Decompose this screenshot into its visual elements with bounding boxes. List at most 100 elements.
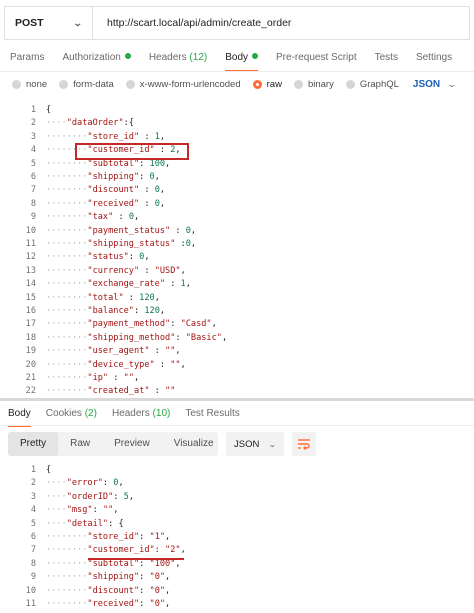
- tab-pre-request-script[interactable]: Pre-request Script: [266, 48, 365, 70]
- code-text: ········"currency" : "USD",: [46, 265, 186, 278]
- request-body-editor[interactable]: 1{2 ····"dataOrder":{3 ········"store_id" …: [0, 104, 474, 398]
- tab-label: Tests: [374, 52, 398, 63]
- response-format-select[interactable]: JSON ⌄: [226, 432, 284, 456]
- indent-whitespace: ········: [46, 265, 88, 276]
- line-number: 19: [25, 346, 36, 357]
- line-number: 16: [25, 306, 36, 316]
- json-punct: :: [139, 185, 155, 196]
- json-punct: ,: [165, 599, 171, 609]
- code-text: ········"received" : 0,: [46, 198, 165, 211]
- tab-settings[interactable]: Settings: [406, 48, 460, 70]
- radio-label: binary: [307, 78, 334, 90]
- code-line: 17 ········"payment_method": "Casd",: [0, 318, 474, 331]
- code-text: ········"user_agent" : "",: [46, 345, 181, 358]
- code-line: 19 ········"user_agent" : "",: [0, 345, 474, 358]
- json-punct: :: [175, 332, 186, 343]
- line-number: 7: [30, 545, 36, 556]
- json-punct: ,: [185, 279, 191, 290]
- code-line: 4 ····"msg": "",: [0, 504, 474, 517]
- json-punct: ,: [190, 239, 197, 249]
- body-type-form-data[interactable]: form-data: [47, 79, 114, 90]
- indent-whitespace: ········: [46, 386, 88, 397]
- line-number: 10: [25, 225, 36, 236]
- response-tab-test-results[interactable]: Test Results: [177, 405, 246, 425]
- json-key: "received": [87, 198, 140, 209]
- json-punct: :: [139, 198, 155, 209]
- code-line: 18 ········"shipping_method": "Basic",: [0, 332, 474, 345]
- body-type-x-www-form-urlencoded[interactable]: x-www-form-urlencoded: [114, 79, 241, 90]
- tab-authorization[interactable]: Authorization: [52, 48, 138, 70]
- code-line: 10 ········"payment_status" : 0,: [0, 225, 474, 238]
- view-raw-button[interactable]: Raw: [58, 432, 102, 456]
- json-key: "tax": [87, 212, 114, 223]
- json-punct: :: [139, 172, 150, 182]
- tab-tests[interactable]: Tests: [365, 48, 406, 70]
- json-punct: :: [139, 158, 150, 169]
- json-key: "user_agent": [87, 346, 150, 357]
- code-text: ········"shipping_method": "Basic",: [46, 332, 227, 345]
- scrollbar-thumb[interactable]: [0, 398, 474, 401]
- code-line: 6 ········"shipping": 0,: [0, 171, 474, 184]
- radio-label: none: [26, 78, 48, 90]
- tab-label: Headers: [148, 52, 187, 63]
- response-body-viewer[interactable]: 1{2 ····"error": 0, 3 ····"orderID": 5, 4 ···…: [0, 464, 474, 613]
- json-key: "status": [87, 252, 129, 263]
- json-key: "exchange_rate": [87, 279, 166, 290]
- json-punct: :{: [123, 118, 134, 129]
- body-type-binary[interactable]: binary: [282, 79, 334, 90]
- line-number: 12: [25, 252, 36, 263]
- radio-label: x-www-form-urlencoded: [139, 78, 241, 90]
- view-preview-button[interactable]: Preview: [102, 432, 162, 456]
- response-tab-cookies[interactable]: Cookies (2): [38, 405, 104, 425]
- raw-format-select[interactable]: JSON ⌄: [413, 79, 457, 90]
- tab-label: Headers: [111, 408, 150, 419]
- code-text: ········"ip" : "",: [46, 372, 139, 385]
- line-number: 3: [30, 491, 36, 502]
- json-punct: :: [154, 545, 166, 556]
- tab-params[interactable]: Params: [0, 48, 52, 70]
- json-punct: ,: [134, 212, 140, 223]
- code-line: 8 ········"received" : 0,: [0, 198, 474, 211]
- json-key: "discount": [87, 585, 140, 596]
- response-tab-body[interactable]: Body: [0, 405, 38, 427]
- code-line: 6 ········"store_id": "1",: [0, 531, 474, 544]
- method-select[interactable]: POST ⌄: [5, 7, 93, 39]
- json-key: "detail": [66, 518, 109, 529]
- json-key: "subtotal": [87, 158, 140, 169]
- line-number: 15: [25, 292, 36, 303]
- code-line: 14 ········"exchange_rate" : 1,: [0, 278, 474, 291]
- tab-body[interactable]: Body: [215, 48, 266, 72]
- code-line: 5 ····"detail": {: [0, 518, 474, 531]
- horizontal-scrollbar[interactable]: [0, 398, 474, 401]
- json-key: "currency": [87, 265, 140, 276]
- code-text: ········"payment_status" : 0,: [46, 225, 196, 238]
- code-text: ········"balance": 120,: [46, 305, 165, 318]
- json-punct: {: [46, 105, 52, 115]
- body-type-none[interactable]: none: [0, 79, 47, 90]
- indent-whitespace: ········: [46, 558, 88, 569]
- response-format-label: JSON: [234, 438, 260, 450]
- code-text: ········"total" : 120,: [46, 292, 160, 305]
- line-number: 10: [25, 585, 36, 596]
- json-punct: :: [113, 212, 129, 223]
- json-punct: :: [139, 585, 150, 596]
- view-visualize-button[interactable]: Visualize: [162, 432, 226, 456]
- json-punct: ,: [180, 359, 186, 370]
- code-line: 2 ····"dataOrder":{: [0, 117, 474, 130]
- tab-count: (12): [189, 52, 208, 63]
- json-key: "shipping": [87, 172, 140, 182]
- view-pretty-button[interactable]: Pretty: [8, 432, 59, 456]
- tab-divider: [0, 71, 474, 72]
- response-tab-headers[interactable]: Headers (10): [104, 405, 177, 425]
- json-punct: ,: [211, 319, 217, 330]
- tab-headers[interactable]: Headers (12): [139, 48, 215, 70]
- method-label: POST: [15, 17, 44, 29]
- line-number: 6: [30, 172, 36, 182]
- json-punct: :: [165, 279, 181, 290]
- indent-whitespace: ········: [46, 131, 88, 142]
- wrap-lines-button[interactable]: [292, 432, 316, 456]
- body-type-graphql[interactable]: GraphQL: [334, 79, 399, 90]
- code-line: 7 ········"discount" : 0,: [0, 184, 474, 197]
- url-input[interactable]: http://scart.local/api/admin/create_orde…: [93, 17, 291, 29]
- body-type-raw[interactable]: raw: [241, 79, 282, 90]
